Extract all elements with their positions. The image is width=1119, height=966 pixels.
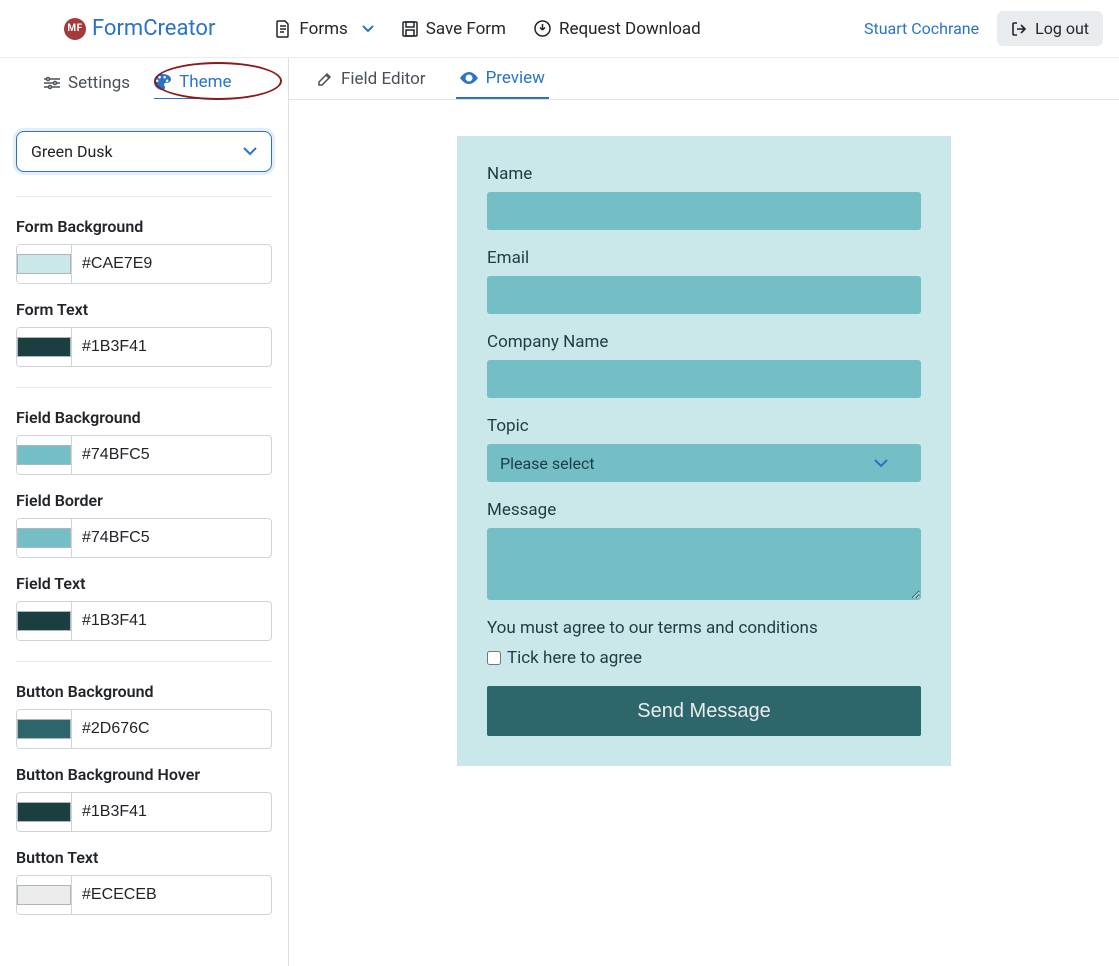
- swatch-field-border[interactable]: [17, 519, 72, 557]
- topic-placeholder: Please select: [500, 454, 595, 473]
- logout-button[interactable]: Log out: [997, 11, 1103, 46]
- sidebar-tabs: Settings Theme: [16, 58, 272, 109]
- hex-button-text[interactable]: [72, 886, 272, 904]
- tab-settings[interactable]: Settings: [44, 73, 130, 99]
- message-textarea[interactable]: [487, 528, 921, 600]
- content-tabs: Field Editor Preview: [289, 58, 1119, 100]
- color-button-text[interactable]: [16, 875, 272, 915]
- logout-icon: [1011, 21, 1027, 37]
- app-name: FormCreator: [92, 16, 215, 41]
- agree-checkbox-row[interactable]: Tick here to agree: [487, 648, 921, 668]
- theme-select[interactable]: Green Dusk: [16, 131, 272, 172]
- divider: [16, 661, 272, 662]
- swatch-button-bg[interactable]: [17, 710, 72, 748]
- logo-badge: MF: [64, 18, 86, 40]
- download-icon: [534, 20, 551, 37]
- terms-text: You must agree to our terms and conditio…: [487, 618, 921, 638]
- tab-theme-label: Theme: [179, 72, 231, 92]
- divider: [16, 387, 272, 388]
- color-button-bg[interactable]: [16, 709, 272, 749]
- save-label: Save Form: [426, 19, 506, 39]
- theme-select-value: Green Dusk: [31, 142, 113, 161]
- app-logo[interactable]: MF FormCreator: [64, 16, 215, 41]
- color-form-bg[interactable]: [16, 244, 272, 284]
- label-field-bg: Field Background: [16, 408, 272, 427]
- topic-select[interactable]: Please select: [487, 444, 921, 482]
- sliders-icon: [44, 76, 60, 90]
- tab-theme[interactable]: Theme: [154, 72, 231, 99]
- color-form-text[interactable]: [16, 327, 272, 367]
- tab-field-editor[interactable]: Field Editor: [313, 69, 430, 99]
- label-field-border: Field Border: [16, 491, 272, 510]
- download-label: Request Download: [559, 19, 701, 39]
- swatch-field-text[interactable]: [17, 602, 72, 640]
- label-button-bg-hover: Button Background Hover: [16, 765, 272, 784]
- edit-icon: [317, 71, 333, 87]
- topbar-left: Forms Save Form Request Download: [275, 19, 700, 39]
- hex-field-text[interactable]: [72, 612, 272, 630]
- chevron-down-icon: [362, 25, 374, 33]
- file-icon: [275, 20, 291, 38]
- user-link[interactable]: Stuart Cochrane: [864, 19, 979, 38]
- tab-preview-label: Preview: [486, 68, 545, 88]
- label-form-bg: Form Background: [16, 217, 272, 236]
- tab-field-editor-label: Field Editor: [341, 69, 426, 89]
- name-label: Name: [487, 164, 921, 184]
- tab-preview[interactable]: Preview: [456, 68, 549, 99]
- content-area: Field Editor Preview Name Email Company …: [289, 58, 1119, 966]
- color-field-bg[interactable]: [16, 435, 272, 475]
- eye-icon: [460, 72, 478, 84]
- color-button-bg-hover[interactable]: [16, 792, 272, 832]
- topic-label: Topic: [487, 416, 921, 436]
- label-button-text: Button Text: [16, 848, 272, 867]
- palette-icon: [154, 74, 171, 90]
- company-label: Company Name: [487, 332, 921, 352]
- email-label: Email: [487, 248, 921, 268]
- hex-form-text[interactable]: [72, 338, 272, 356]
- hex-form-bg[interactable]: [72, 255, 272, 273]
- hex-button-bg[interactable]: [72, 720, 272, 738]
- swatch-field-bg[interactable]: [17, 436, 72, 474]
- label-field-text: Field Text: [16, 574, 272, 593]
- swatch-button-text[interactable]: [17, 876, 72, 914]
- hex-field-bg[interactable]: [72, 446, 272, 464]
- label-button-bg: Button Background: [16, 682, 272, 701]
- label-form-text: Form Text: [16, 300, 272, 319]
- color-field-border[interactable]: [16, 518, 272, 558]
- save-icon: [402, 21, 418, 37]
- form-preview: Name Email Company Name Topic Please sel…: [457, 136, 951, 766]
- hex-field-border[interactable]: [72, 529, 272, 547]
- request-download-button[interactable]: Request Download: [534, 19, 701, 39]
- forms-menu[interactable]: Forms: [275, 19, 373, 39]
- swatch-form-bg[interactable]: [17, 245, 72, 283]
- top-bar: MF FormCreator Forms Save Form Request D…: [0, 0, 1119, 58]
- company-input[interactable]: [487, 360, 921, 398]
- color-field-text[interactable]: [16, 601, 272, 641]
- chevron-down-icon: [874, 459, 888, 468]
- divider: [16, 196, 272, 197]
- sidebar: Settings Theme Green Dusk Form Backgroun…: [0, 58, 289, 966]
- swatch-button-bg-hover[interactable]: [17, 793, 72, 831]
- chevron-down-icon: [243, 147, 257, 156]
- message-label: Message: [487, 500, 921, 520]
- logout-label: Log out: [1035, 19, 1089, 38]
- tab-settings-label: Settings: [68, 73, 130, 93]
- swatch-form-text[interactable]: [17, 328, 72, 366]
- forms-label: Forms: [299, 19, 347, 39]
- agree-checkbox[interactable]: [487, 651, 501, 665]
- name-input[interactable]: [487, 192, 921, 230]
- save-form-button[interactable]: Save Form: [402, 19, 506, 39]
- email-input[interactable]: [487, 276, 921, 314]
- hex-button-bg-hover[interactable]: [72, 803, 272, 821]
- submit-button[interactable]: Send Message: [487, 686, 921, 736]
- agree-label: Tick here to agree: [507, 648, 642, 668]
